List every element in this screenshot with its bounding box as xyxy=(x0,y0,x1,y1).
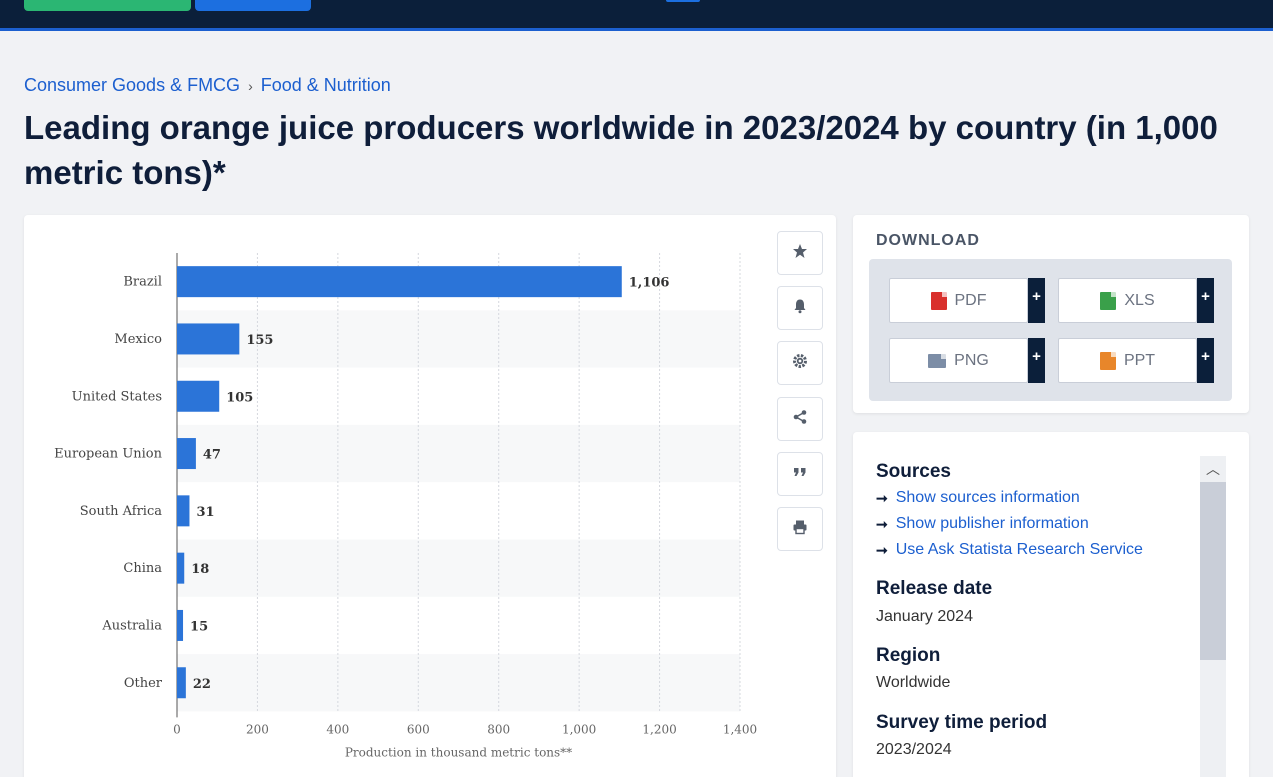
scrollbar-thumb[interactable] xyxy=(1200,482,1226,660)
download-png-options-button[interactable]: + xyxy=(1028,338,1045,383)
share-button[interactable] xyxy=(777,397,823,441)
chart-x-axis-label: Production in thousand metric tons** xyxy=(345,745,572,759)
nav-accent-line xyxy=(0,28,1273,31)
download-png-button[interactable]: PNG xyxy=(889,338,1028,383)
page-title: Leading orange juice producers worldwide… xyxy=(24,109,1218,191)
chart-category-label: China xyxy=(123,561,162,576)
breadcrumb-item-consumer-goods[interactable]: Consumer Goods & FMCG xyxy=(24,75,240,96)
chart-value-label: 105 xyxy=(226,390,253,405)
show-publisher-label: Show publisher information xyxy=(895,515,1089,532)
show-sources-label: Show sources information xyxy=(895,489,1080,506)
download-xls-options-button[interactable]: + xyxy=(1197,278,1214,323)
chart-bar xyxy=(177,438,196,470)
print-button[interactable] xyxy=(777,507,823,551)
sources-heading: Sources xyxy=(876,461,951,482)
share-icon xyxy=(792,409,808,430)
scroll-up-icon[interactable]: ︿ xyxy=(1200,456,1226,482)
bar-chart: Brazil 1,106 Mexico 155 United States 105 Euro… xyxy=(54,253,757,759)
chart-tick-label: 800 xyxy=(487,722,510,736)
pdf-file-icon xyxy=(930,291,947,310)
gear-icon xyxy=(792,353,808,374)
download-xls-button[interactable]: XLS xyxy=(1058,278,1197,323)
region-value: Worldwide xyxy=(876,674,951,691)
chart-category-label: United States xyxy=(72,389,162,404)
chart-bar xyxy=(177,266,622,298)
ppt-file-icon xyxy=(1099,351,1116,370)
png-file-icon xyxy=(928,353,947,368)
chart-bar xyxy=(177,667,186,699)
chart-tick-label: 400 xyxy=(326,722,349,736)
release-date-heading: Release date xyxy=(876,578,993,599)
chart-bar xyxy=(177,380,220,412)
chart-bar xyxy=(177,495,190,527)
nav-logo-fragment xyxy=(666,0,700,2)
star-icon xyxy=(792,243,808,264)
survey-period-value: 2023/2024 xyxy=(876,741,952,758)
alert-button[interactable] xyxy=(777,286,823,330)
nav-secondary-button[interactable] xyxy=(195,0,311,11)
settings-button[interactable] xyxy=(777,341,823,385)
chart-row-band xyxy=(177,539,740,597)
chart-bar xyxy=(177,323,240,355)
download-png-label: PNG xyxy=(954,351,989,369)
chart-value-label: 18 xyxy=(191,562,209,577)
quote-icon xyxy=(792,464,808,485)
chart-value-label: 22 xyxy=(193,677,211,692)
cite-button[interactable] xyxy=(777,452,823,496)
xls-file-icon xyxy=(1100,291,1117,310)
chart-value-label: 15 xyxy=(190,619,208,634)
chart-tick-label: 1,400 xyxy=(723,722,757,736)
arrow-right-icon: ➞ xyxy=(876,515,888,532)
chart-value-label: 31 xyxy=(196,505,214,520)
info-scrollbar[interactable]: ︿ xyxy=(1200,456,1226,777)
download-pdf-label: PDF xyxy=(954,291,987,309)
chart-tick-label: 600 xyxy=(407,722,430,736)
ask-research-service-link[interactable]: ➞ Use Ask Statista Research Service xyxy=(876,541,1143,559)
chart-category-label: Other xyxy=(124,676,163,691)
chart-row-band xyxy=(177,424,740,483)
download-title: DOWNLOAD xyxy=(876,232,980,249)
favorite-button[interactable] xyxy=(777,231,823,275)
chart-category-label: European Union xyxy=(54,447,162,462)
download-xls-label: XLS xyxy=(1124,291,1155,309)
region-heading: Region xyxy=(876,645,941,666)
chart-row-band xyxy=(177,654,740,712)
download-panel: DOWNLOAD PDF + XLS + PNG + PPT + xyxy=(853,215,1249,413)
chart-tick-label: 200 xyxy=(246,722,269,736)
nav-primary-button[interactable] xyxy=(24,0,191,11)
chart-category-label: Australia xyxy=(101,618,162,633)
chart-bar xyxy=(177,552,185,584)
chart-category-label: Mexico xyxy=(114,332,162,347)
chart-tick-label: 0 xyxy=(173,722,181,736)
statistic-info-panel: Sources ➞ Show sources information ➞ Sho… xyxy=(853,432,1249,777)
download-pdf-options-button[interactable]: + xyxy=(1028,278,1045,323)
download-options: PDF + XLS + PNG + PPT + xyxy=(869,259,1232,401)
breadcrumb-separator: › xyxy=(248,77,253,94)
chart-category-label: South Africa xyxy=(80,504,162,519)
chart-category-label: Brazil xyxy=(123,275,162,290)
breadcrumb-item-food-nutrition[interactable]: Food & Nutrition xyxy=(261,75,391,96)
download-ppt-options-button[interactable]: + xyxy=(1197,338,1214,383)
release-date-value: January 2024 xyxy=(876,608,973,625)
chart-value-label: 1,106 xyxy=(629,276,670,291)
download-pdf-button[interactable]: PDF xyxy=(889,278,1028,323)
chart-value-label: 47 xyxy=(203,448,221,463)
chart-card: Brazil 1,106 Mexico 155 United States 105 Euro… xyxy=(24,215,836,777)
chart-value-label: 155 xyxy=(246,333,273,348)
chart-bar xyxy=(177,609,184,641)
show-sources-link[interactable]: ➞ Show sources information xyxy=(876,489,1080,507)
chart-tick-label: 1,000 xyxy=(562,722,596,736)
breadcrumb: Consumer Goods & FMCG › Food & Nutrition xyxy=(24,75,391,96)
download-ppt-button[interactable]: PPT xyxy=(1058,338,1197,383)
show-publisher-link[interactable]: ➞ Show publisher information xyxy=(876,515,1089,533)
download-ppt-label: PPT xyxy=(1123,351,1156,369)
ask-research-service-label: Use Ask Statista Research Service xyxy=(895,541,1143,558)
survey-period-heading: Survey time period xyxy=(876,712,1048,733)
chart-tick-label: 1,200 xyxy=(642,722,676,736)
arrow-right-icon: ➞ xyxy=(876,541,888,558)
bell-icon xyxy=(792,298,808,319)
arrow-right-icon: ➞ xyxy=(876,489,888,506)
print-icon xyxy=(792,519,808,540)
